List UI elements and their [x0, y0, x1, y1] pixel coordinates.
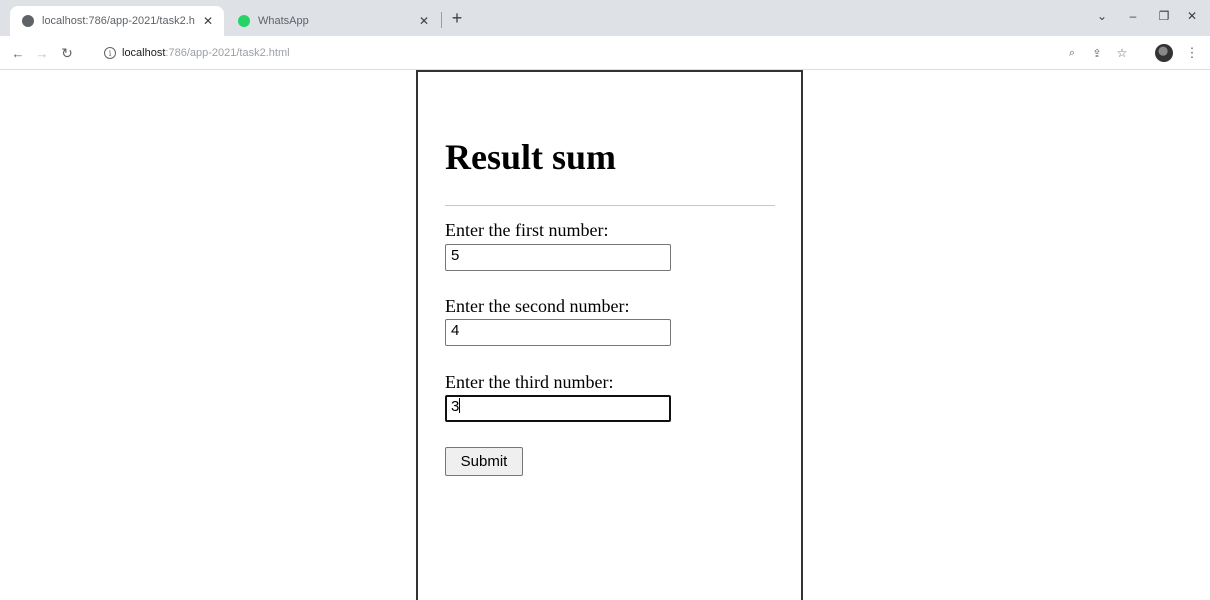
- bookmark-star-icon[interactable]: ☆: [1113, 44, 1131, 62]
- whatsapp-icon: [238, 15, 250, 27]
- address-bar[interactable]: i localhost:786/app-2021/task2.html: [98, 40, 1108, 66]
- profile-avatar[interactable]: [1155, 44, 1173, 62]
- restore-button[interactable]: ❐: [1152, 6, 1176, 26]
- back-arrow-icon[interactable]: ←: [9, 44, 27, 62]
- first-number-input[interactable]: 5: [445, 244, 671, 271]
- minimize-button[interactable]: –: [1121, 6, 1145, 26]
- submit-button[interactable]: Submit: [445, 447, 523, 476]
- new-tab-button[interactable]: +: [447, 8, 467, 28]
- forward-arrow-icon[interactable]: →: [33, 44, 51, 62]
- tab-title: WhatsApp: [258, 15, 309, 27]
- tab-search-icon[interactable]: ⌄: [1090, 6, 1114, 26]
- menu-icon[interactable]: ⋮: [1183, 44, 1201, 62]
- text-caret: [459, 398, 461, 413]
- globe-icon: [22, 15, 34, 27]
- tab-whatsapp[interactable]: WhatsApp ✕: [226, 6, 440, 36]
- second-number-label: Enter the second number:: [445, 296, 630, 316]
- page-title: Result sum: [445, 137, 617, 177]
- second-number-input[interactable]: 4: [445, 319, 671, 346]
- close-window-button[interactable]: ✕: [1180, 6, 1204, 26]
- share-icon[interactable]: ⇪: [1088, 44, 1106, 62]
- tab-title: localhost:786/app-2021/task2.h: [42, 15, 195, 27]
- tab-localhost[interactable]: localhost:786/app-2021/task2.h ✕: [10, 6, 224, 36]
- close-tab-icon[interactable]: ✕: [416, 13, 432, 29]
- form-card: Result sum Enter the first number: 5 Ent…: [416, 70, 803, 600]
- tab-separator: [441, 12, 442, 28]
- browser-toolbar: ← → ↻ i localhost:786/app-2021/task2.htm…: [0, 36, 1210, 70]
- divider: [445, 205, 775, 206]
- url-text: localhost:786/app-2021/task2.html: [122, 47, 290, 59]
- third-number-input[interactable]: 3: [445, 395, 671, 422]
- tab-strip: localhost:786/app-2021/task2.h ✕ WhatsAp…: [0, 0, 1210, 36]
- zoom-icon[interactable]: ⌕: [1063, 44, 1081, 62]
- third-number-label: Enter the third number:: [445, 372, 614, 392]
- close-tab-icon[interactable]: ✕: [200, 13, 216, 29]
- first-number-label: Enter the first number:: [445, 220, 609, 240]
- info-icon[interactable]: i: [104, 47, 116, 59]
- reload-icon[interactable]: ↻: [58, 44, 76, 62]
- page-content: Result sum Enter the first number: 5 Ent…: [0, 70, 1210, 600]
